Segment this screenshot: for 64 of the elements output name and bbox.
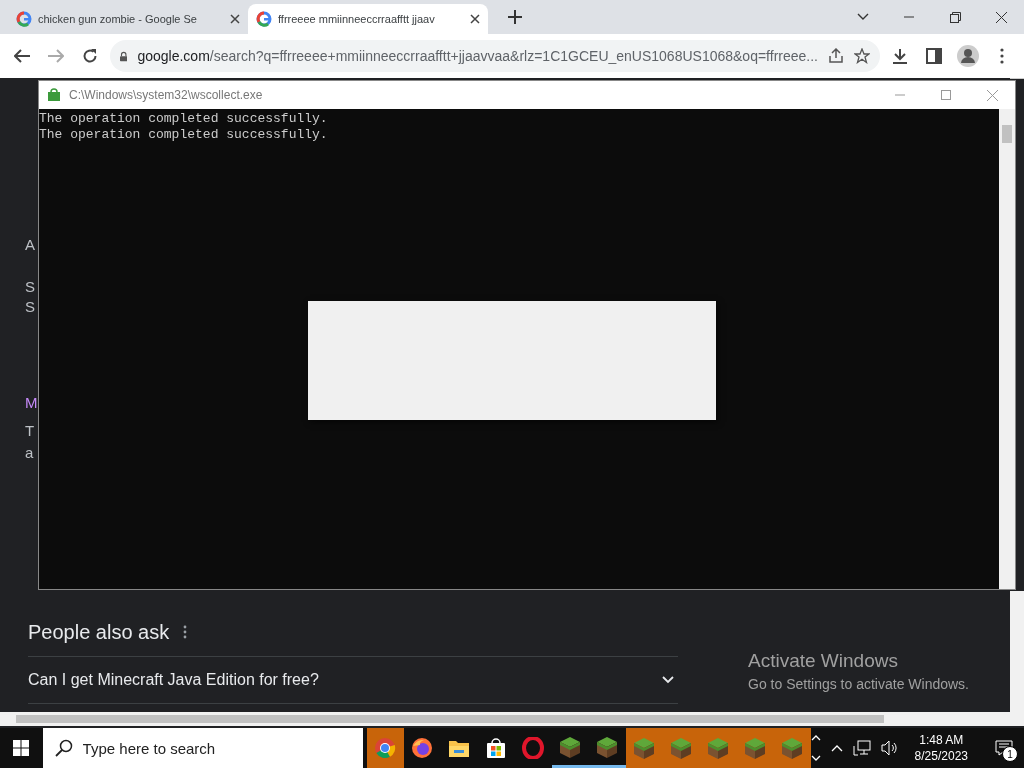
overflow-arrows-icon[interactable]: [810, 733, 821, 763]
plus-icon[interactable]: [508, 10, 522, 24]
console-line: The operation completed successfully.: [39, 111, 329, 127]
windows-icon[interactable]: [13, 740, 30, 756]
vertical-scrollbar[interactable]: [1010, 591, 1024, 726]
horizontal-scrollbar[interactable]: [0, 712, 1010, 726]
url-text: google.com/search?q=ffrreeee+mmiinneeccrraafftt+jjaavvaa&rlz=1C1GCEU_enUS1068US1068&oq=ffrreee...: [137, 48, 818, 64]
result-text: T: [25, 422, 35, 439]
result-text: S: [25, 278, 35, 295]
opera-icon[interactable]: [522, 737, 545, 759]
result-text: A: [25, 236, 35, 253]
network-icon[interactable]: [852, 740, 871, 756]
folder-icon[interactable]: [448, 738, 471, 758]
close-icon[interactable]: [470, 14, 480, 24]
tab-title: ffrreeee mmiinneeccrraafftt jjaav: [278, 13, 436, 25]
address-bar[interactable]: google.com/search?q=ffrreeee+mmiinneeccrraafftt+jjaavvaa&rlz=1C1GCEU_enUS1068US1068&oq=ffrreee...: [110, 40, 880, 72]
browser-tab[interactable]: ffrreeee mmiinneeccrraafftt jjaav: [248, 4, 488, 34]
maximize-icon[interactable]: [941, 90, 951, 100]
google-icon: [256, 11, 272, 27]
search-field[interactable]: Type here to search: [42, 728, 363, 768]
console-scrollbar[interactable]: [999, 109, 1015, 589]
close-icon[interactable]: [230, 14, 240, 24]
message-icon[interactable]: [995, 740, 1013, 756]
chevron-down-icon[interactable]: [857, 13, 869, 21]
notification-count: 1: [1002, 746, 1018, 762]
side-panel-icon[interactable]: [926, 48, 942, 64]
google-icon: [16, 11, 32, 27]
chrome-icon[interactable]: [374, 737, 397, 759]
grass-block-icon[interactable]: [669, 736, 694, 760]
console-line: The operation completed successfully.: [39, 127, 329, 143]
chevron-up-icon[interactable]: [830, 744, 843, 752]
activation-title: Activate Windows: [748, 650, 899, 672]
grass-block-icon[interactable]: [743, 736, 768, 760]
chevron-icon: [662, 676, 674, 684]
firefox-icon[interactable]: [411, 737, 434, 759]
browser-tab[interactable]: chicken gun zombie - Google Se: [8, 4, 248, 34]
clock[interactable]: 1:48 AM 8/25/2023: [908, 731, 974, 765]
grass-block-icon[interactable]: [706, 736, 731, 760]
star-icon[interactable]: [854, 48, 870, 64]
lock-icon: [120, 49, 128, 63]
tab-title: chicken gun zombie - Google Se: [38, 13, 198, 25]
close-icon[interactable]: [995, 11, 1007, 23]
grass-block-icon[interactable]: [632, 736, 657, 760]
download-icon[interactable]: [892, 48, 908, 64]
volume-icon[interactable]: [880, 740, 899, 756]
menu-icon[interactable]: [1000, 48, 1004, 64]
grass-block-icon[interactable]: [780, 736, 805, 760]
grass-block-icon[interactable]: [558, 734, 583, 759]
app-icon: [47, 88, 61, 102]
back-arrow-icon[interactable]: [14, 49, 30, 63]
share-icon[interactable]: [828, 48, 844, 64]
result-text: M: [25, 394, 38, 411]
store-icon[interactable]: [485, 737, 508, 759]
restore-icon[interactable]: [949, 11, 961, 23]
window-title: C:\Windows\system32\wscollect.exe: [69, 88, 263, 102]
more-icon[interactable]: [183, 625, 188, 639]
notifications-button[interactable]: 1: [984, 728, 1024, 768]
grass-block-icon[interactable]: [595, 734, 620, 759]
section-heading: People also ask: [28, 620, 170, 644]
reload-icon[interactable]: [82, 48, 98, 64]
result-text: S: [25, 298, 35, 315]
result-text: a: [25, 444, 34, 461]
question-row[interactable]: Can I get Minecraft Java Edition for free?: [28, 656, 678, 704]
activation-message: Go to Settings to activate Windows.: [748, 676, 969, 692]
